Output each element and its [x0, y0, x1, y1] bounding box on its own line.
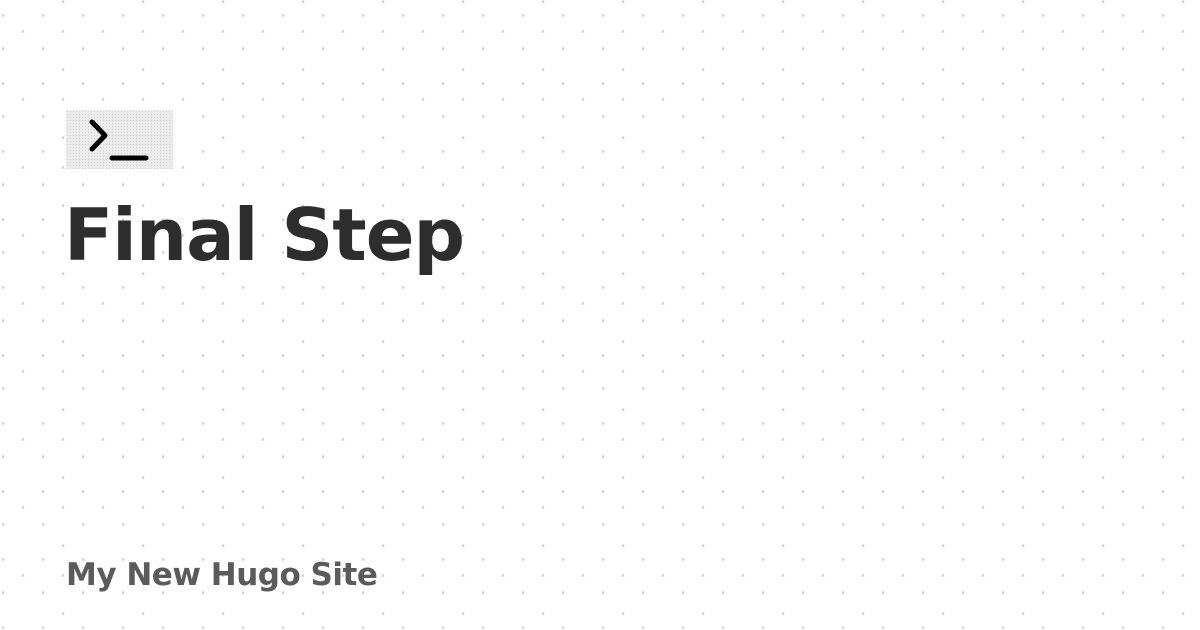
- og-card: Final Step My New Hugo Site: [0, 0, 1200, 630]
- site-name: My New Hugo Site: [66, 557, 378, 593]
- page-title: Final Step: [64, 193, 465, 277]
- terminal-prompt-icon: [89, 119, 149, 161]
- site-logo: [66, 110, 173, 169]
